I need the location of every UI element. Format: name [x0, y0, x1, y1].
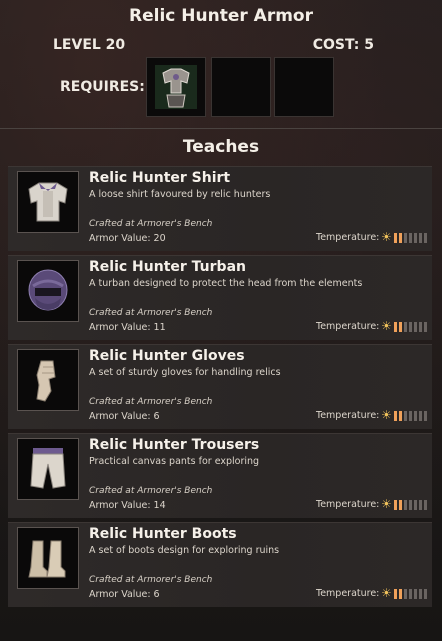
section-divider [0, 128, 442, 129]
item-armor-value: Armor Value: 14 [89, 500, 166, 511]
requires-label: REQUIRES: [60, 79, 145, 95]
item-thumbnail [17, 260, 79, 322]
recipe-title: Relic Hunter Armor [129, 6, 313, 26]
item-armor-value: Armor Value: 11 [89, 322, 166, 333]
item-name: Relic Hunter Gloves [89, 348, 245, 364]
trousers-icon [30, 448, 66, 489]
sun-icon: ☀ [381, 586, 392, 600]
recipe-card-boots[interactable]: Relic Hunter Boots A set of boots design… [8, 522, 432, 607]
level-requirement: LEVEL 20 [53, 37, 126, 53]
item-name: Relic Hunter Boots [89, 526, 237, 542]
item-thumbnail [17, 438, 79, 500]
item-thumbnail [17, 349, 79, 411]
recipe-card-trousers[interactable]: Relic Hunter Trousers Practical canvas p… [8, 433, 432, 518]
gloves-icon [36, 360, 56, 402]
item-crafted-at: Crafted at Armorer's Bench [89, 575, 213, 585]
item-temperature-label: Temperature: [316, 499, 380, 510]
item-temperature-label: Temperature: [316, 588, 380, 599]
sun-icon: ☀ [381, 408, 392, 422]
item-description: A set of sturdy gloves for handling reli… [89, 367, 281, 378]
sun-icon: ☀ [381, 319, 392, 333]
boots-icon [28, 540, 66, 578]
item-crafted-at: Crafted at Armorer's Bench [89, 308, 213, 318]
item-temperature-label: Temperature: [316, 321, 380, 332]
item-description: A loose shirt favoured by relic hunters [89, 189, 271, 200]
sun-icon: ☀ [381, 230, 392, 244]
recipe-panel: Relic Hunter Armor LEVEL 20 COST: 5 REQU… [0, 0, 442, 641]
item-thumbnail [17, 527, 79, 589]
item-name: Relic Hunter Trousers [89, 437, 260, 453]
item-armor-value: Armor Value: 6 [89, 589, 160, 600]
item-description: A turban designed to protect the head fr… [89, 278, 363, 289]
item-description: A set of boots design for exploring ruin… [89, 545, 280, 556]
required-item-slot-3[interactable] [274, 57, 334, 117]
shirt-icon [28, 182, 68, 222]
item-crafted-at: Crafted at Armorer's Bench [89, 397, 213, 407]
item-crafted-at: Crafted at Armorer's Bench [89, 486, 213, 496]
item-description: Practical canvas pants for exploring [89, 456, 260, 467]
sun-icon: ☀ [381, 497, 392, 511]
teaches-heading: Teaches [182, 137, 260, 157]
recipe-card-turban[interactable]: Relic Hunter Turban A turban designed to… [8, 255, 432, 340]
knowledge-cost: COST: 5 [312, 37, 374, 53]
item-armor-value: Armor Value: 20 [89, 233, 166, 244]
item-thumbnail [17, 171, 79, 233]
item-armor-value: Armor Value: 6 [89, 411, 160, 422]
required-item-slot-2[interactable] [211, 57, 271, 117]
item-name: Relic Hunter Shirt [89, 170, 231, 186]
item-crafted-at: Crafted at Armorer's Bench [89, 219, 213, 229]
required-item-slot-1[interactable] [146, 57, 206, 117]
item-temperature-label: Temperature: [316, 410, 380, 421]
item-temperature-label: Temperature: [316, 232, 380, 243]
recipe-card-shirt[interactable]: Relic Hunter Shirt A loose shirt favoure… [8, 166, 432, 251]
recipe-card-gloves[interactable]: Relic Hunter Gloves A set of sturdy glov… [8, 344, 432, 429]
item-name: Relic Hunter Turban [89, 259, 246, 275]
relic-armor-set-icon [155, 65, 197, 109]
turban-icon [28, 269, 68, 311]
